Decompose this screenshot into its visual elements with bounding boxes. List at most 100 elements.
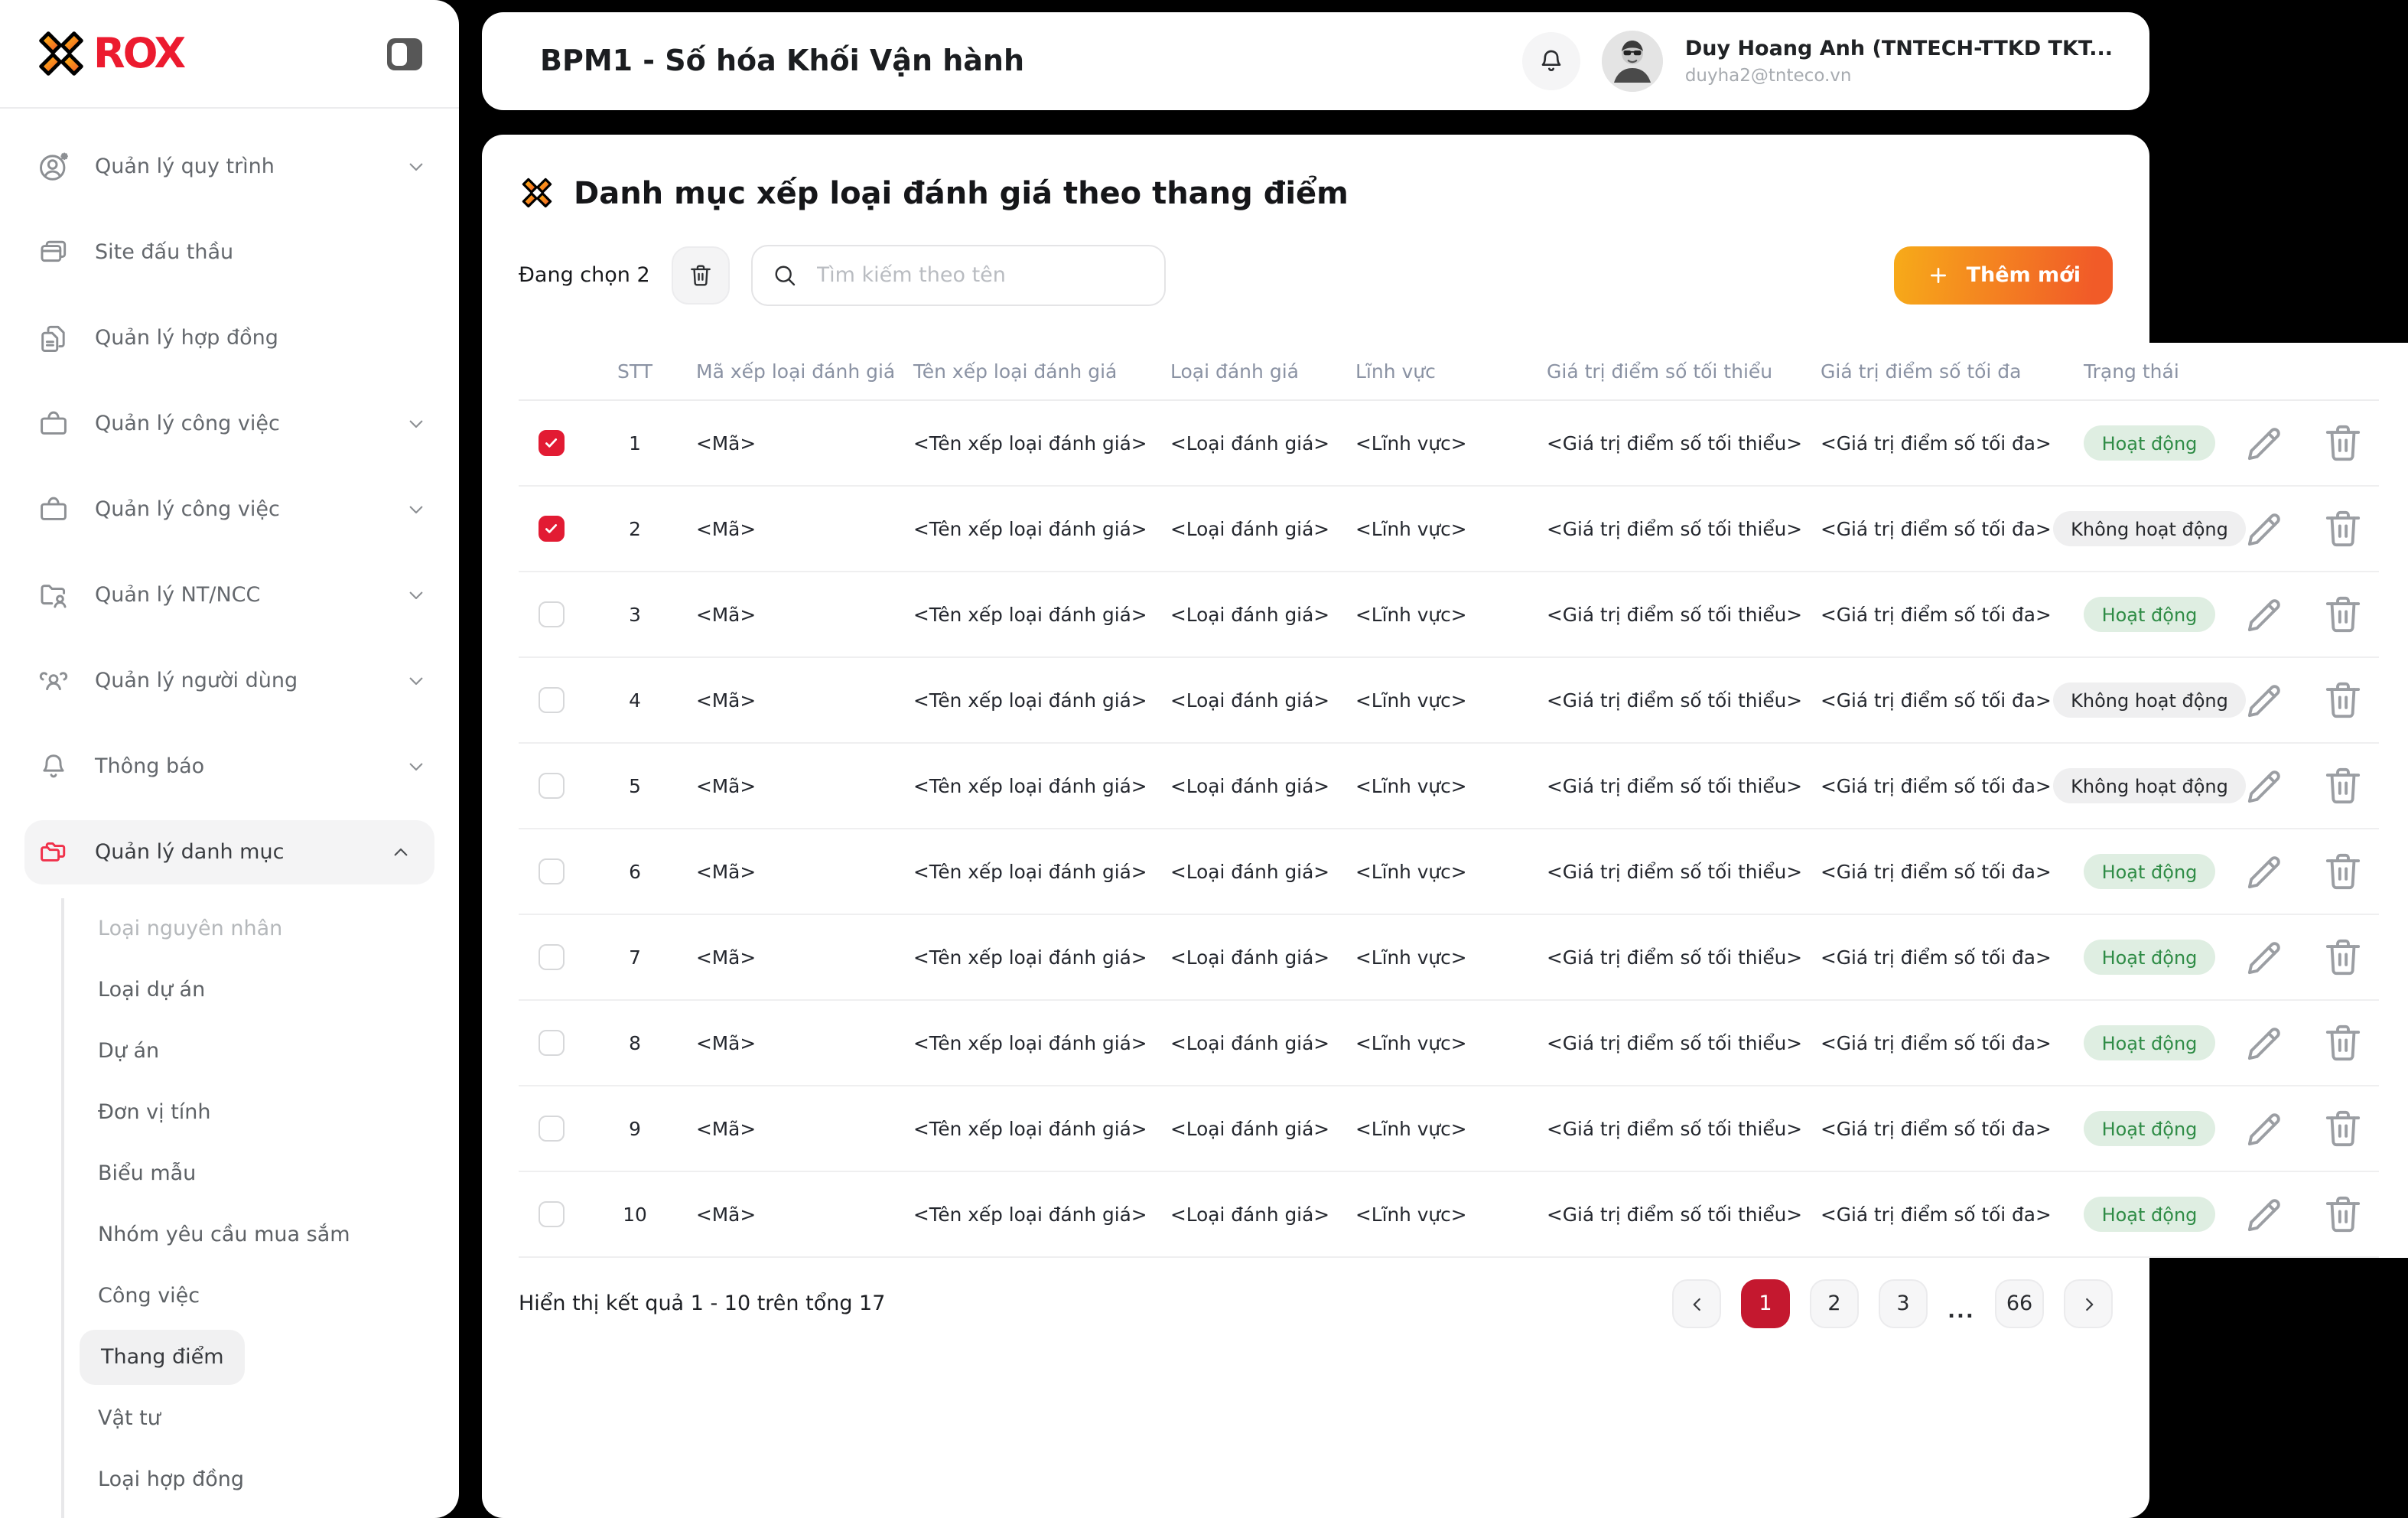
delete-button[interactable] [2319, 419, 2367, 467]
row-checkbox[interactable] [539, 516, 565, 542]
cell-ten: <Tên xếp loại đánh giá> [889, 1031, 1146, 1054]
chevron-left-icon [1685, 1292, 1708, 1315]
cell-ma: <Mã> [672, 946, 889, 969]
cell-loai: <Loại đánh giá> [1146, 1203, 1331, 1226]
status-badge: Hoạt động [2084, 1025, 2216, 1060]
search-input[interactable] [814, 262, 1146, 289]
edit-button[interactable] [2241, 762, 2289, 809]
cell-ten: <Tên xếp loại đánh giá> [889, 946, 1146, 969]
sidebar-item-quan-ly-nt-ncc[interactable]: Quản lý NT/NCC [0, 552, 459, 638]
table-row: 3<Mã><Tên xếp loại đánh giá><Loại đánh g… [519, 572, 2379, 658]
delete-button[interactable] [2319, 676, 2367, 724]
row-checkbox[interactable] [539, 430, 565, 456]
sidebar-subitem-cong-viec[interactable]: Công việc [0, 1266, 200, 1327]
cell-linh-vuc: <Lĩnh vực> [1331, 689, 1531, 712]
edit-button[interactable] [2241, 505, 2289, 552]
delete-button[interactable] [2319, 505, 2367, 552]
submenu-slot: Công việc [0, 1266, 459, 1327]
sidebar-item-label: Quản lý người dùng [95, 669, 298, 693]
sidebar-subitem-du-an[interactable]: Dự án [0, 1021, 159, 1082]
delete-button[interactable] [2319, 762, 2367, 809]
sidebar-item-quan-ly-cong-viec[interactable]: Quản lý công việc [0, 381, 459, 467]
delete-button[interactable] [2319, 1105, 2367, 1152]
row-checkbox[interactable] [539, 858, 565, 884]
sidebar-item-thong-bao[interactable]: Thông báo [0, 724, 459, 809]
row-checkbox[interactable] [539, 1201, 565, 1227]
sidebar-subitem-bieu-mau[interactable]: Biểu mẫu [0, 1143, 196, 1204]
cell-diem-toi-da: <Giá trị điểm số tối đa> [1805, 432, 2058, 454]
delete-icon [2319, 419, 2367, 467]
edit-button[interactable] [2241, 1105, 2289, 1152]
bell-icon [1537, 46, 1567, 77]
cell-stt: 3 [629, 603, 641, 626]
cell-ten: <Tên xếp loại đánh giá> [889, 1117, 1146, 1140]
table-row: 6<Mã><Tên xếp loại đánh giá><Loại đánh g… [519, 829, 2379, 915]
folder-open-icon [37, 836, 70, 869]
edit-button[interactable] [2241, 848, 2289, 895]
sidebar-item-label: Quản lý NT/NCC [95, 583, 260, 608]
search-icon [771, 262, 799, 289]
sidebar-item-quan-ly-hop-dong[interactable]: Quản lý hợp đồng [0, 295, 459, 381]
delete-button[interactable] [2319, 848, 2367, 895]
sidebar-item-quan-ly-danh-muc[interactable]: Quản lý danh mục [24, 820, 434, 884]
logo-text: ROX [93, 30, 184, 77]
row-checkbox[interactable] [539, 1116, 565, 1142]
sidebar-subitem-vat-tu[interactable]: Vật tư [0, 1388, 161, 1449]
page-button-2[interactable]: 2 [1810, 1279, 1859, 1328]
cell-ten: <Tên xếp loại đánh giá> [889, 432, 1146, 454]
sidebar: ROX Quản lý quy trìnhSite đấu thầuQuản l… [0, 0, 459, 1518]
sidebar-subitem-thang-diem[interactable]: Thang điểm [80, 1330, 246, 1385]
cell-loai: <Loại đánh giá> [1146, 946, 1331, 969]
delete-selected-button[interactable] [672, 246, 730, 305]
delete-button[interactable] [2319, 1019, 2367, 1067]
edit-button[interactable] [2241, 1191, 2289, 1238]
notifications-button[interactable] [1523, 32, 1581, 90]
page-button-3[interactable]: 3 [1879, 1279, 1928, 1328]
chevron-down-icon [404, 583, 428, 608]
edit-icon [2241, 505, 2289, 552]
sidebar-header: ROX [0, 0, 459, 109]
delete-icon [2319, 505, 2367, 552]
sidebar-item-quan-ly-nguoi-dung[interactable]: Quản lý người dùng [0, 638, 459, 724]
sidebar-item-site-dau-thau[interactable]: Site đấu thầu [0, 210, 459, 295]
delete-button[interactable] [2319, 1191, 2367, 1238]
row-checkbox[interactable] [539, 944, 565, 970]
sidebar-subitem-nhom-yeu-cau-mua-sam[interactable]: Nhóm yêu cầu mua sắm [0, 1204, 350, 1266]
row-checkbox[interactable] [539, 1030, 565, 1056]
edit-icon [2241, 848, 2289, 895]
edit-button[interactable] [2241, 1019, 2289, 1067]
sidebar-item-quan-ly-cong-viec[interactable]: Quản lý công việc [0, 467, 459, 552]
page-title: Danh mục xếp loại đánh giá theo thang đi… [574, 174, 1349, 211]
page-button-66[interactable]: 66 [1995, 1279, 2044, 1328]
delete-button[interactable] [2319, 933, 2367, 981]
sidebar-item-label: Quản lý hợp đồng [95, 326, 278, 350]
row-checkbox[interactable] [539, 601, 565, 627]
sidebar-subitem-loai-hop-dong[interactable]: Loại hợp đồng [0, 1449, 244, 1510]
sidebar-subitem-don-vi-tinh[interactable]: Đơn vị tính [0, 1082, 211, 1143]
cell-loai: <Loại đánh giá> [1146, 517, 1331, 540]
sidebar-subitem-loai-du-an[interactable]: Loại dự án [0, 959, 205, 1021]
chevron-down-icon [404, 412, 428, 436]
sidebar-item-quan-ly-quy-trinh[interactable]: Quản lý quy trình [0, 124, 459, 210]
row-checkbox[interactable] [539, 687, 565, 713]
table-row: 2<Mã><Tên xếp loại đánh giá><Loại đánh g… [519, 487, 2379, 572]
row-checkbox[interactable] [539, 773, 565, 799]
sidebar-subitem-loai-nguyen-nhan[interactable]: Loại nguyên nhân [0, 898, 282, 959]
column-header-gia-tri-diem-so-toi-da: Giá trị điểm số tối đa [1805, 360, 2058, 383]
next-page-button[interactable] [2064, 1279, 2113, 1328]
user-menu[interactable]: Duy Hoang Anh (TNTECH-TTKD TKT... duyha2… [1685, 37, 2113, 86]
sidebar-collapse-button[interactable] [387, 37, 422, 70]
app-title: BPM1 - Số hóa Khối Vận hành [540, 44, 1024, 78]
page-button-1[interactable]: 1 [1741, 1279, 1790, 1328]
avatar[interactable] [1603, 31, 1664, 92]
edit-button[interactable] [2241, 591, 2289, 638]
delete-button[interactable] [2319, 591, 2367, 638]
edit-button[interactable] [2241, 933, 2289, 981]
cell-diem-toi-da: <Giá trị điểm số tối đa> [1805, 517, 2058, 540]
cell-loai: <Loại đánh giá> [1146, 432, 1331, 454]
prev-page-button[interactable] [1672, 1279, 1721, 1328]
sidebar-menu: Quản lý quy trìnhSite đấu thầu Quản lý hợ… [0, 109, 459, 895]
edit-button[interactable] [2241, 419, 2289, 467]
add-new-button[interactable]: Thêm mới [1895, 246, 2113, 305]
edit-button[interactable] [2241, 676, 2289, 724]
